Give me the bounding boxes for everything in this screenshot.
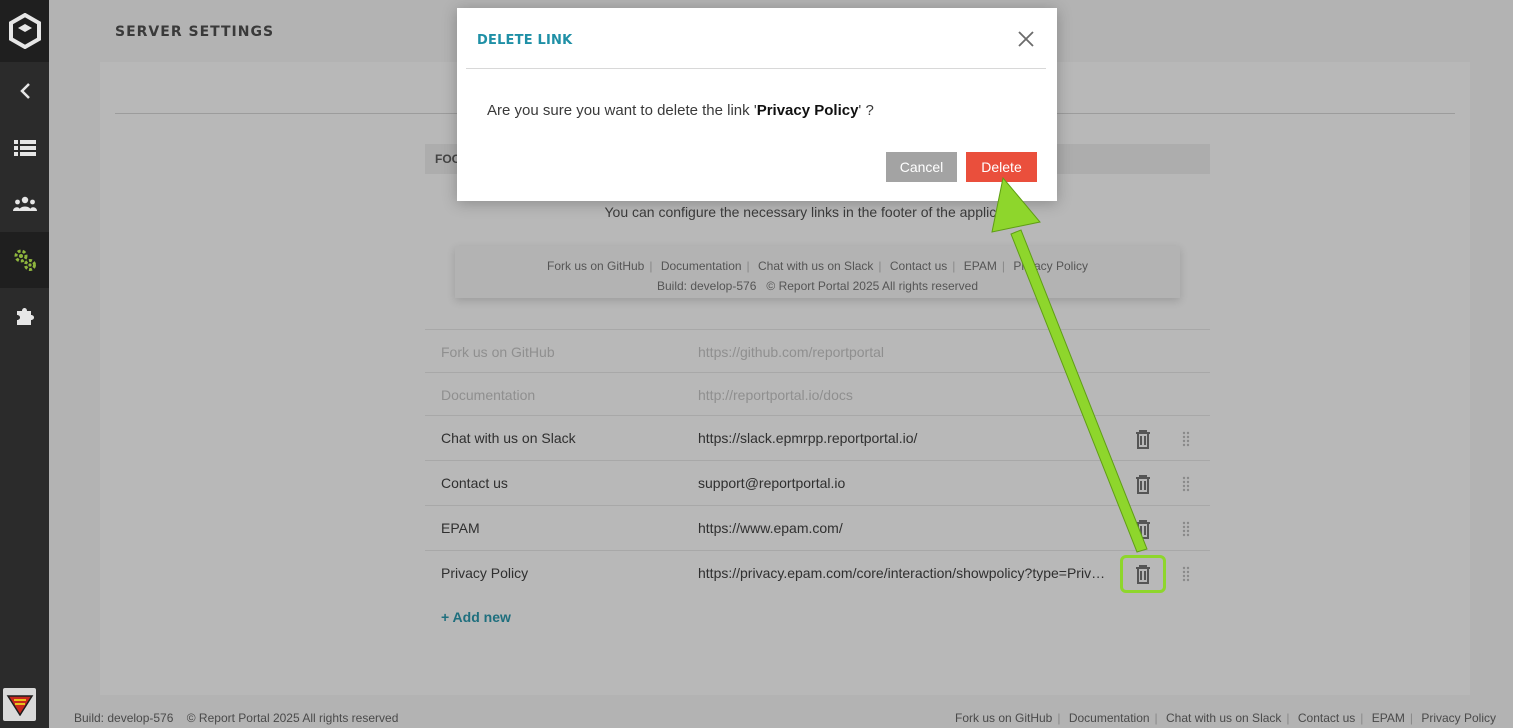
- footer-link[interactable]: Chat with us on Slack: [1166, 711, 1281, 725]
- message-link-name: Privacy Policy: [756, 102, 859, 119]
- link-name: EPAM: [441, 520, 480, 536]
- trash-icon: [1136, 520, 1150, 539]
- sidebar: [0, 0, 49, 728]
- delete-button[interactable]: Delete: [966, 152, 1037, 182]
- sidebar-item-plugins[interactable]: [0, 288, 49, 344]
- table-row: EPAM https://www.epam.com/: [425, 505, 1210, 550]
- links-table: Fork us on GitHub https://github.com/rep…: [425, 329, 1210, 595]
- drag-handle[interactable]: [1180, 518, 1192, 540]
- drag-dots-icon: [1182, 521, 1190, 537]
- footer-link[interactable]: Documentation: [1069, 711, 1150, 725]
- sidebar-item-settings[interactable]: [0, 232, 49, 288]
- footer-preview: Fork us on GitHub | Documentation | Chat w…: [455, 246, 1180, 298]
- page-footer-build: Build: develop-576 © Report Portal 2025 …: [74, 711, 398, 725]
- sidebar-item-back[interactable]: [0, 63, 49, 119]
- footer-description: You can configure the necessary links in…: [604, 204, 1031, 220]
- message-suffix: ' ?: [858, 102, 874, 119]
- drag-dots-icon: [1182, 431, 1190, 447]
- link-url: https://www.epam.com/: [698, 520, 843, 536]
- trash-icon: [1136, 430, 1150, 449]
- table-row: Fork us on GitHub https://github.com/rep…: [425, 329, 1210, 372]
- modal-divider: [466, 68, 1046, 69]
- footer-preview-links: Fork us on GitHub | Documentation | Chat w…: [546, 259, 1088, 273]
- delete-link-button[interactable]: [1120, 555, 1166, 593]
- modal-close-button[interactable]: [1015, 28, 1037, 50]
- drag-handle[interactable]: [1180, 563, 1192, 585]
- sidebar-item-members[interactable]: [0, 176, 49, 232]
- page-footer-links: Fork us on GitHub | Documentation | Chat w…: [954, 711, 1496, 725]
- link-name: Chat with us on Slack: [441, 430, 576, 446]
- users-icon: [12, 196, 37, 211]
- list-icon: [13, 140, 36, 156]
- delete-link-button[interactable]: [1131, 472, 1155, 496]
- delete-link-button[interactable]: [1131, 517, 1155, 541]
- link-url: http://reportportal.io/docs: [698, 387, 853, 403]
- gears-icon: [14, 249, 36, 271]
- chevron-left-icon: [19, 83, 30, 99]
- link-url: https://github.com/reportportal: [698, 344, 884, 360]
- cancel-button[interactable]: Cancel: [886, 152, 957, 182]
- preview-link: Privacy Policy: [1013, 259, 1088, 273]
- trash-icon: [1136, 475, 1150, 494]
- logo[interactable]: [0, 0, 49, 62]
- close-icon: [1018, 31, 1034, 47]
- avatar[interactable]: [3, 688, 36, 721]
- puzzle-icon: [16, 308, 34, 325]
- copyright: © Report Portal 2025 All rights reserved: [186, 711, 399, 725]
- link-url: support@reportportal.io: [698, 475, 846, 491]
- footer-link[interactable]: Privacy Policy: [1421, 711, 1496, 725]
- table-row: Contact us support@reportportal.io: [425, 460, 1210, 505]
- modal-title: DELETE LINK: [477, 33, 573, 48]
- footer-link[interactable]: EPAM: [1372, 711, 1405, 725]
- preview-build: Build: develop-576: [656, 279, 757, 293]
- footer-link[interactable]: Contact us: [1298, 711, 1355, 725]
- message-prefix: Are you sure you want to delete the link…: [487, 102, 757, 119]
- preview-link: EPAM: [963, 259, 997, 273]
- delete-link-modal: DELETE LINK Are you sure you want to del…: [457, 8, 1057, 201]
- drag-dots-icon: [1182, 476, 1190, 492]
- link-url: https://slack.epmrpp.reportportal.io/: [698, 430, 918, 446]
- preview-link: Documentation: [660, 259, 742, 273]
- sidebar-item-launches[interactable]: [0, 120, 49, 176]
- link-name: Contact us: [441, 475, 508, 491]
- link-name: Documentation: [441, 387, 536, 403]
- link-url: https://privacy.epam.com/core/interactio…: [698, 565, 1108, 581]
- drag-handle[interactable]: [1180, 428, 1192, 450]
- preview-link: Contact us: [889, 259, 948, 273]
- build-version: Build: develop-576: [74, 711, 174, 725]
- delete-link-button[interactable]: [1131, 427, 1155, 451]
- footer-link[interactable]: Fork us on GitHub: [955, 711, 1052, 725]
- table-row: Documentation http://reportportal.io/doc…: [425, 372, 1210, 415]
- drag-dots-icon: [1182, 566, 1190, 582]
- drag-handle[interactable]: [1180, 473, 1192, 495]
- table-row: Privacy Policy https://privacy.epam.com/…: [425, 550, 1210, 595]
- page-title: SERVER SETTINGS: [115, 24, 275, 40]
- preview-link: Chat with us on Slack: [758, 259, 874, 273]
- trash-icon: [1136, 565, 1150, 584]
- link-name: Privacy Policy: [441, 565, 529, 581]
- table-row: Chat with us on Slack https://slack.epmr…: [425, 415, 1210, 460]
- add-new-link-button[interactable]: + Add new: [441, 609, 511, 625]
- preview-copyright: © Report Portal 2025 All rights reserved: [766, 279, 979, 293]
- link-name: Fork us on GitHub: [441, 344, 555, 360]
- reportportal-logo-icon: [8, 13, 41, 49]
- preview-link: Fork us on GitHub: [546, 259, 645, 273]
- modal-message: Are you sure you want to delete the link…: [487, 102, 874, 119]
- superman-avatar-icon: [6, 694, 33, 716]
- footer-preview-build: Build: develop-576 © Report Portal 2025 …: [455, 279, 1180, 293]
